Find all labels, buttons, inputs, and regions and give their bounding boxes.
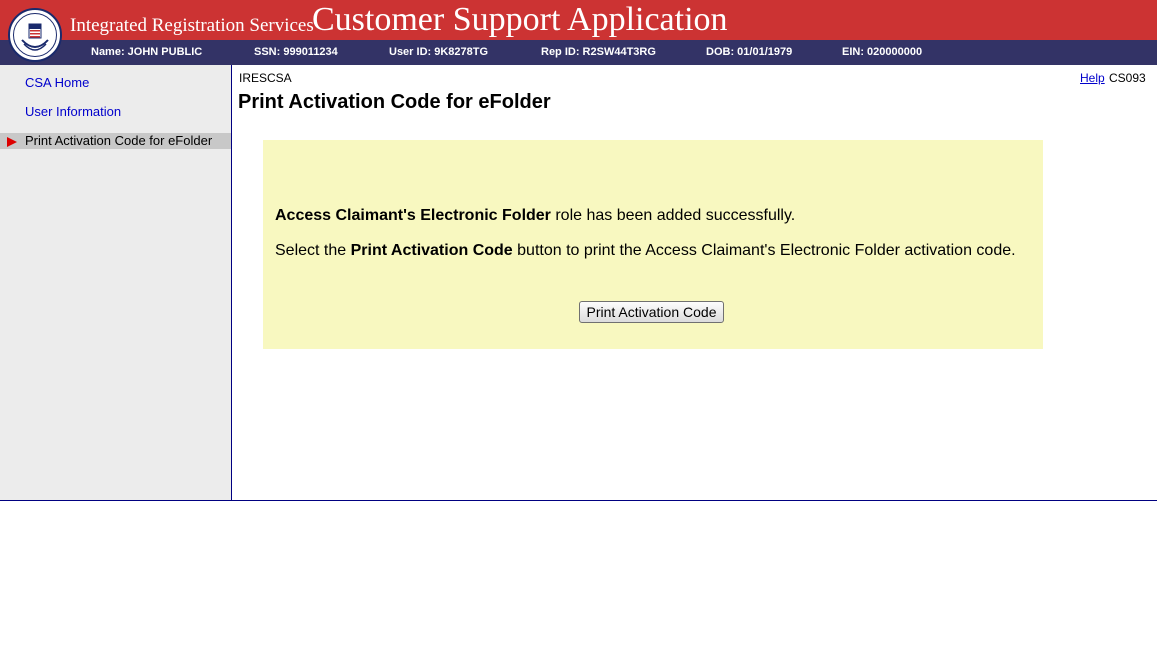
sidebar-item-print-activation-code: Print Activation Code for eFolder	[0, 133, 231, 149]
info-user-id: User ID: 9K8278TG	[389, 46, 489, 58]
app-header: Integrated Registration Services Custome…	[0, 0, 1157, 40]
success-message-text: role has been added successfully.	[550, 207, 796, 224]
page-code: CS093	[1109, 71, 1146, 85]
current-page-arrow-icon	[7, 137, 17, 147]
message-panel: Access Claimant's Electronic Folder role…	[263, 140, 1043, 349]
help-link[interactable]: Help	[1080, 71, 1105, 85]
print-activation-code-button[interactable]: Print Activation Code	[579, 301, 724, 323]
info-ein: EIN: 020000000	[842, 46, 923, 58]
success-message-role: Access Claimant's Electronic Folder	[275, 207, 551, 224]
footer-divider	[0, 500, 1157, 501]
instruction-message: Select the Print Activation Code button …	[275, 242, 1016, 260]
sidebar-nav: CSA Home User Information Print Activati…	[0, 65, 232, 500]
instruction-post: button to print the Access Claimant's El…	[512, 242, 1016, 259]
instruction-pre: Select the	[275, 242, 351, 259]
info-name: Name: JOHN PUBLIC	[91, 46, 203, 58]
info-rep-id: Rep ID: R2SW44T3RG	[541, 46, 656, 58]
app-title: Customer Support Application	[312, 1, 728, 38]
sidebar-item-label: Print Activation Code for eFolder	[25, 133, 213, 148]
sidebar-item-csa-home: CSA Home	[0, 75, 231, 91]
ssa-seal-logo	[8, 8, 62, 62]
instruction-button-ref: Print Activation Code	[350, 242, 513, 259]
user-info-bar: Name: JOHN PUBLIC SSN: 999011234 User ID…	[0, 40, 1157, 65]
sidebar-link-user-information[interactable]: User Information	[25, 104, 121, 120]
info-dob: DOB: 01/01/1979	[706, 46, 793, 58]
org-title: Integrated Registration Services	[70, 15, 314, 36]
sidebar-link-csa-home[interactable]: CSA Home	[25, 75, 89, 91]
breadcrumb: IRESCSA	[239, 71, 292, 85]
sidebar-item-user-information: User Information	[0, 104, 231, 120]
info-ssn: SSN: 999011234	[254, 46, 338, 58]
success-message: Access Claimant's Electronic Folder role…	[275, 207, 795, 225]
page-title: Print Activation Code for eFolder	[238, 91, 551, 113]
